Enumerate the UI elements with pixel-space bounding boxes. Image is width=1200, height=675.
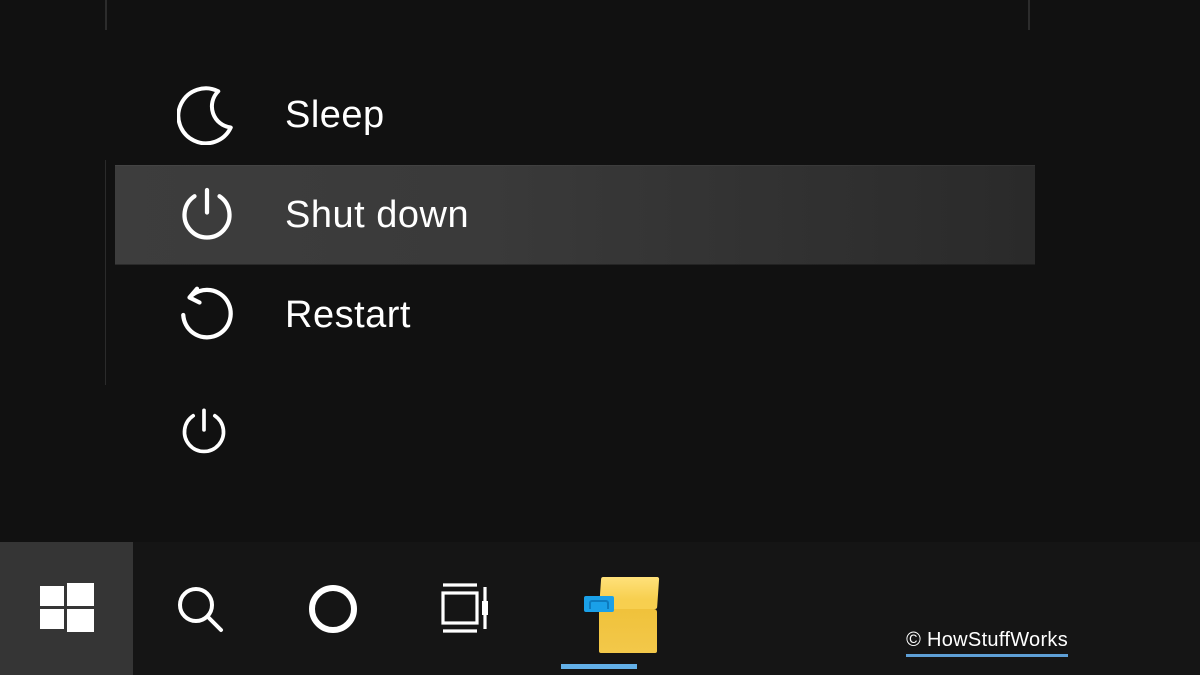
guide-mark: [1028, 0, 1030, 30]
cortana-circle-icon: [305, 581, 361, 637]
taskbar-file-explorer-button[interactable]: [532, 542, 665, 675]
restart-icon: [177, 285, 237, 345]
task-view-icon: [435, 581, 497, 637]
taskbar-cortana-button[interactable]: [266, 542, 399, 675]
power-menu-item-shutdown[interactable]: Shut down: [115, 165, 1035, 265]
power-menu-item-label: Restart: [285, 294, 411, 337]
windows-start-icon: [36, 578, 98, 640]
taskbar-running-indicator: [561, 664, 637, 669]
taskbar-task-view-button[interactable]: [399, 542, 532, 675]
power-menu: Sleep Shut down Restart: [115, 65, 1035, 365]
power-menu-item-sleep[interactable]: Sleep: [115, 65, 1035, 165]
taskbar-search-button[interactable]: [133, 542, 266, 675]
power-menu-item-label: Sleep: [285, 94, 385, 137]
search-icon: [172, 581, 228, 637]
start-button[interactable]: [0, 542, 133, 675]
guide-mark: [105, 0, 107, 30]
power-menu-item-restart[interactable]: Restart: [115, 265, 1035, 365]
moon-icon: [177, 85, 237, 145]
watermark-credit: © HowStuffWorks: [906, 629, 1068, 657]
guide-mark: [105, 160, 106, 385]
start-rail-power-button[interactable]: [172, 400, 236, 464]
power-menu-item-label: Shut down: [285, 194, 469, 237]
power-icon: [177, 185, 237, 245]
